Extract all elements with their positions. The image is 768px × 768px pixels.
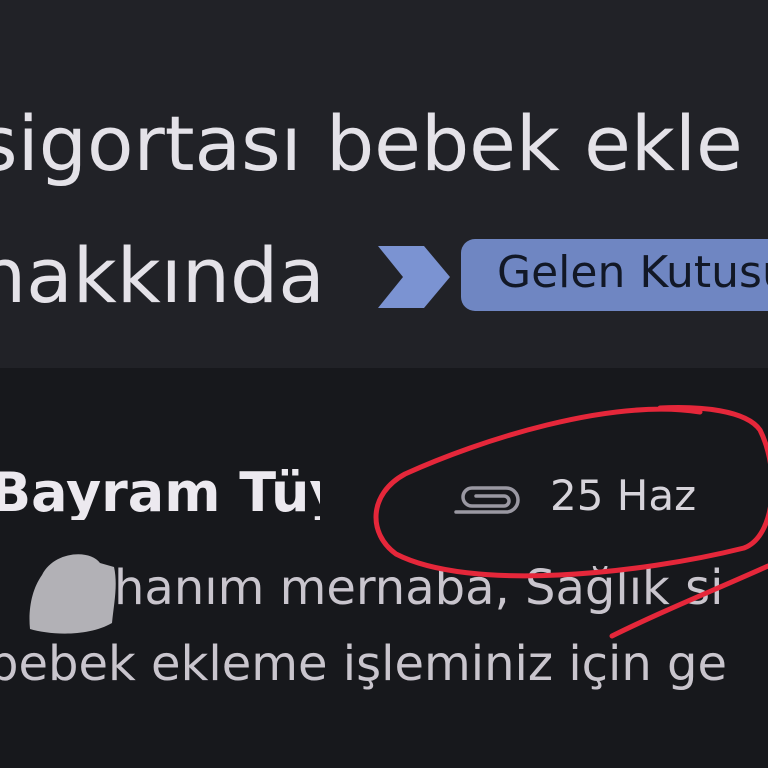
inbox-label-text: Gelen Kutusu <box>497 247 768 298</box>
message-date: 25 Haz <box>550 471 697 520</box>
paperclip-icon <box>454 486 520 514</box>
email-header: sigortası bebek ekle nakkında Gelen Kutu… <box>0 0 768 368</box>
email-subject-line-1: sigortası bebek ekle <box>0 99 743 188</box>
email-screenshot: sigortası bebek ekle nakkında Gelen Kutu… <box>0 0 768 768</box>
redaction-mark <box>29 554 116 634</box>
message-snippet-line-2: bebek ekleme işleminiz için ge <box>0 636 728 692</box>
message-snippet-line-1: hanım mernaba, Sağlık si <box>114 560 724 616</box>
inbox-label-chip[interactable]: Gelen Kutusu <box>461 239 768 311</box>
email-subject-line-2: nakkında <box>0 231 325 320</box>
sender-name: Bayram Tüy <box>0 466 320 520</box>
importance-arrow-icon[interactable] <box>378 246 450 308</box>
